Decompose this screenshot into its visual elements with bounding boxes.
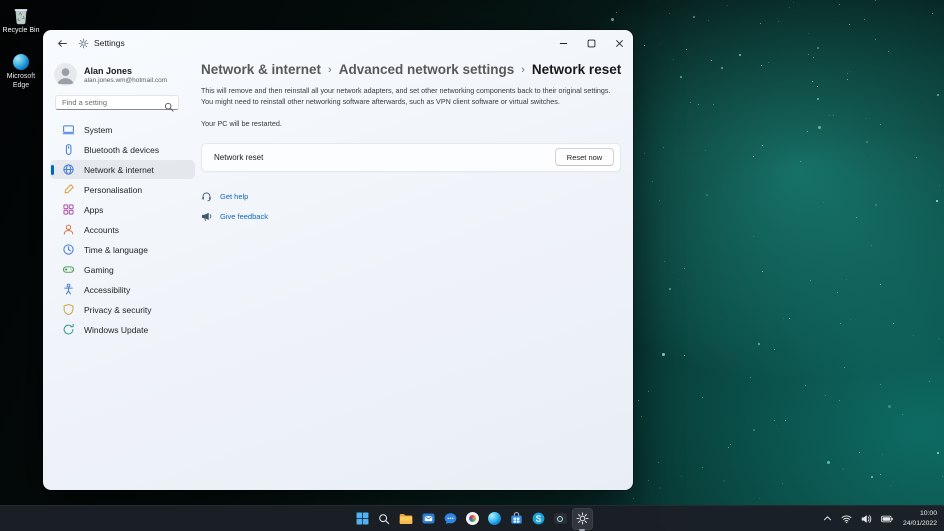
taskbar-chat-icon[interactable]: [440, 508, 461, 530]
minimize-button[interactable]: [549, 30, 577, 56]
clock-time: 10:00: [919, 510, 937, 518]
settings-sidebar: Alan Jones alan.jones.wm@hotmail.com Sys…: [43, 56, 200, 490]
taskbar-camera-icon[interactable]: [550, 508, 571, 530]
bluetooth-devices-icon: [62, 143, 75, 156]
close-button[interactable]: [605, 30, 633, 56]
volume-icon[interactable]: [859, 512, 874, 526]
sidebar-item-label: Privacy & security: [84, 304, 152, 315]
sidebar-item-apps[interactable]: Apps: [50, 200, 195, 219]
hidden-icons-chevron-icon[interactable]: [821, 513, 834, 524]
system-tray: 10:00 24/01/2022: [821, 506, 942, 531]
window-title: Settings: [94, 38, 125, 48]
sidebar-item-network-internet[interactable]: Network & internet: [50, 160, 195, 179]
battery-icon[interactable]: [879, 513, 895, 525]
page-title: Network reset: [531, 62, 622, 77]
get-help-link[interactable]: Get help: [201, 191, 248, 202]
taskbar-edge-icon[interactable]: [484, 508, 505, 530]
taskbar-store-icon[interactable]: [506, 508, 527, 530]
windows-update-icon: [62, 323, 75, 336]
sidebar-item-privacy-security[interactable]: Privacy & security: [50, 300, 195, 319]
sidebar-item-bluetooth-devices[interactable]: Bluetooth & devices: [50, 140, 195, 159]
personalisation-icon: [62, 183, 75, 196]
sidebar-item-system[interactable]: System: [50, 120, 195, 139]
network-reset-card: Network reset Reset now: [201, 142, 622, 172]
get-help-icon: [201, 191, 212, 202]
privacy-security-icon: [62, 303, 75, 316]
titlebar[interactable]: Settings: [43, 30, 633, 56]
page-description: This will remove and then reinstall all …: [201, 86, 611, 106]
taskbar-file-explorer-icon[interactable]: [396, 508, 417, 530]
breadcrumb-advanced-network-settings[interactable]: Advanced network settings: [339, 62, 515, 77]
sidebar-item-label: Network & internet: [84, 164, 154, 175]
system-icon: [62, 123, 75, 136]
desktop-icon-label: Recycle Bin: [2, 27, 40, 34]
help-links: Get help Give feedback: [201, 191, 621, 222]
desktop: Recycle Bin Microsoft Edge Settings Alan…: [0, 0, 944, 531]
breadcrumb: Network & internet › Advanced network se…: [201, 62, 621, 77]
recycle-bin-icon: [2, 6, 40, 25]
maximize-button[interactable]: [577, 30, 605, 56]
search-input[interactable]: [62, 98, 163, 107]
settings-nav: System Bluetooth & devices Network & inter…: [50, 120, 195, 339]
taskbar-mail-icon[interactable]: [418, 508, 439, 530]
sidebar-item-label: Accessibility: [84, 284, 131, 295]
clock-date: 24/01/2022: [902, 519, 937, 527]
window-controls: [549, 30, 633, 56]
user-profile[interactable]: Alan Jones alan.jones.wm@hotmail.com: [50, 59, 195, 95]
sidebar-item-label: Apps: [84, 204, 104, 215]
sidebar-item-label: System: [84, 124, 113, 135]
back-button[interactable]: [50, 33, 74, 53]
sidebar-item-accessibility[interactable]: Accessibility: [50, 280, 195, 299]
breadcrumb-separator-icon: ›: [328, 63, 332, 76]
give-feedback-link[interactable]: Give feedback: [201, 211, 268, 222]
sidebar-item-label: Personalisation: [84, 184, 143, 195]
sidebar-item-label: Windows Update: [84, 324, 149, 335]
taskbar-photos-icon[interactable]: [462, 508, 483, 530]
accessibility-icon: [62, 283, 75, 296]
search-icon: [164, 99, 174, 117]
reset-now-button[interactable]: Reset now: [554, 148, 615, 167]
settings-app-icon: [78, 38, 89, 49]
breadcrumb-network-and-internet[interactable]: Network & internet: [201, 62, 321, 77]
microsoft-edge-icon: [2, 52, 40, 71]
sidebar-item-accounts[interactable]: Accounts: [50, 220, 195, 239]
user-avatar: [54, 63, 77, 86]
breadcrumb-separator-icon: ›: [521, 63, 525, 76]
desktop-icon-microsoft-edge[interactable]: Microsoft Edge: [2, 52, 40, 91]
settings-window: Settings Alan Jones alan.jones.wm@hotmai…: [43, 30, 633, 490]
sidebar-item-gaming[interactable]: Gaming: [50, 260, 195, 279]
taskbar: 10:00 24/01/2022: [0, 505, 944, 531]
time-language-icon: [62, 243, 75, 256]
sidebar-item-windows-update[interactable]: Windows Update: [50, 320, 195, 339]
wifi-icon[interactable]: [839, 512, 854, 526]
taskbar-skype-icon[interactable]: [528, 508, 549, 530]
restart-note: Your PC will be restarted.: [201, 118, 282, 128]
sidebar-item-label: Gaming: [84, 264, 114, 275]
taskbar-clock[interactable]: 10:00 24/01/2022: [900, 509, 942, 527]
sidebar-item-time-language[interactable]: Time & language: [50, 240, 195, 259]
accounts-icon: [62, 223, 75, 236]
taskbar-settings-icon[interactable]: [571, 507, 593, 530]
taskbar-icons: [351, 506, 593, 531]
apps-icon: [62, 203, 75, 216]
network-internet-icon: [62, 163, 75, 176]
card-label: Network reset: [214, 152, 264, 162]
sidebar-item-label: Time & language: [84, 244, 148, 255]
sidebar-item-label: Accounts: [84, 224, 119, 235]
gaming-icon: [62, 263, 75, 276]
sidebar-item-label: Bluetooth & devices: [84, 144, 160, 155]
feedback-icon: [201, 211, 212, 222]
content-pane: Network & internet › Advanced network se…: [200, 56, 633, 490]
desktop-icon-label: Microsoft Edge: [6, 73, 36, 89]
give-feedback-label[interactable]: Give feedback: [220, 212, 268, 221]
user-email: alan.jones.wm@hotmail.com: [84, 76, 168, 84]
search-box[interactable]: [55, 95, 179, 112]
taskbar-search-icon[interactable]: [374, 508, 395, 530]
taskbar-start-icon[interactable]: [352, 508, 373, 530]
user-name: Alan Jones: [84, 65, 133, 76]
get-help-label[interactable]: Get help: [220, 192, 248, 201]
desktop-icon-recycle-bin[interactable]: Recycle Bin: [2, 6, 40, 36]
sidebar-item-personalisation[interactable]: Personalisation: [50, 180, 195, 199]
